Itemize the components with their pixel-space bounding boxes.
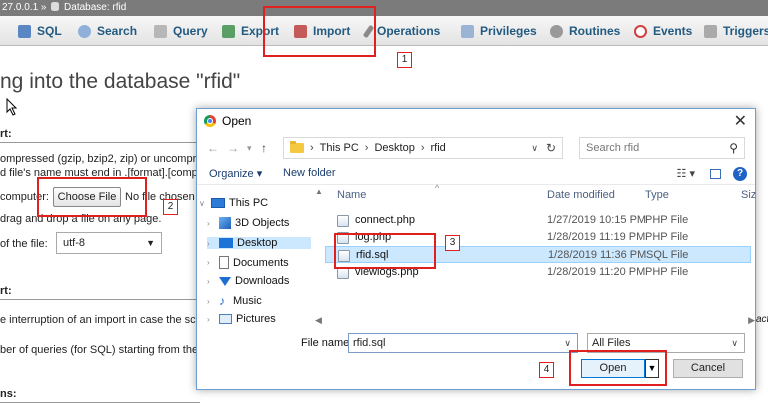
tab-sql[interactable]: SQL — [18, 16, 62, 46]
music-icon: ♪ — [219, 294, 225, 308]
chevron-down-icon: ▼ — [146, 238, 155, 248]
tab-privileges[interactable]: Privileges — [461, 16, 537, 46]
downloads-icon — [219, 276, 231, 286]
search-icon — [78, 24, 91, 38]
charset-select[interactable]: utf-8 ▼ — [56, 232, 162, 254]
tab-bar: SQL Search Query Export Import Operation… — [0, 16, 768, 46]
annotation-number-4: 4 — [539, 362, 554, 378]
recent-chevron-icon[interactable]: ▾ — [247, 143, 252, 154]
tab-query[interactable]: Query — [154, 16, 208, 46]
right-edge-text: acti — [756, 314, 768, 325]
export-icon — [222, 24, 235, 38]
dialog-title: Open — [222, 114, 252, 128]
tab-triggers[interactable]: Triggers — [704, 16, 768, 46]
breadcrumb-database[interactable]: Database: rfid — [64, 2, 126, 13]
chrome-icon — [204, 115, 216, 127]
search-rfid-input[interactable]: Search rfid ⚲ — [579, 137, 745, 159]
allow-interrupt-text: e interruption of an import in case the … — [0, 314, 208, 326]
3d-objects-icon — [219, 217, 231, 229]
file-name-label: File name: — [301, 337, 353, 349]
tab-routines[interactable]: Routines — [550, 16, 620, 46]
preview-pane-icon[interactable] — [710, 169, 721, 179]
tree-item-pictures[interactable]: › Pictures — [207, 313, 276, 325]
address-dropdown-icon[interactable]: ∨ — [531, 138, 538, 158]
cancel-button[interactable]: Cancel — [673, 359, 743, 378]
column-header-size[interactable]: Siz — [741, 189, 756, 201]
help-icon[interactable]: ? — [733, 167, 747, 181]
dialog-nav-row: ← → ▾ ↑ › This PC › Desktop › rfid ∨ ↻ S… — [197, 137, 755, 161]
column-header-type[interactable]: Type — [645, 189, 669, 201]
tab-events[interactable]: Events — [634, 16, 692, 46]
breadcrumb: 27.0.0.1 » Database: rfid — [0, 0, 768, 16]
annotation-box-open-button — [569, 350, 667, 386]
back-arrow-icon[interactable]: ← — [207, 141, 219, 155]
annotation-number-3: 3 — [445, 235, 460, 251]
documents-icon — [219, 256, 229, 269]
mouse-cursor-icon — [6, 98, 18, 116]
file-to-import-label: rt: — [0, 128, 200, 143]
view-options-icon[interactable]: ☷ ▾ — [677, 167, 695, 180]
tab-operations[interactable]: Operations — [362, 16, 440, 46]
scroll-left-icon[interactable]: ◀ — [315, 315, 322, 326]
address-bar[interactable]: › This PC › Desktop › rfid ∨ ↻ — [283, 137, 563, 159]
expand-chevron-icon: ∨ — [199, 198, 205, 208]
dialog-titlebar: Open ✕ — [197, 109, 755, 133]
annotation-number-2: 2 — [163, 199, 178, 215]
database-icon — [51, 2, 60, 11]
new-folder-button[interactable]: New folder — [283, 167, 336, 179]
path-this-pc[interactable]: This PC — [320, 138, 359, 158]
skip-queries-text: ber of queries (for SQL) starting from t… — [0, 344, 205, 356]
tab-search[interactable]: Search — [78, 16, 137, 46]
tree-item-documents[interactable]: › Documents — [207, 256, 289, 269]
annotation-box-choose-file — [37, 177, 147, 217]
sort-caret-icon: ^ — [435, 183, 440, 193]
tree-item-music[interactable]: › ♪ Music — [207, 294, 262, 308]
other-options-label: ns: — [0, 388, 200, 403]
organize-button[interactable]: Organize ▾ — [209, 167, 262, 180]
tree-item-desktop[interactable]: › Desktop — [207, 237, 311, 249]
scroll-up-icon[interactable]: ▲ — [315, 187, 323, 196]
chevron-down-icon: ∨ — [731, 338, 738, 348]
navigation-pane: ∨ This PC › 3D Objects › Desktop › Documents… — [197, 187, 315, 327]
tree-item-downloads[interactable]: › Downloads — [207, 275, 289, 287]
nav-scrollbar[interactable]: ▲ — [315, 187, 323, 327]
routines-icon — [550, 24, 563, 38]
forward-arrow-icon[interactable]: → — [227, 141, 239, 155]
refresh-icon[interactable]: ↻ — [546, 138, 556, 158]
annotation-number-1: 1 — [397, 52, 412, 68]
folder-icon — [290, 141, 304, 153]
query-icon — [154, 24, 167, 38]
column-header-date[interactable]: Date modified — [547, 189, 615, 201]
annotation-box-import-tab — [263, 6, 376, 57]
search-icon: ⚲ — [729, 141, 738, 155]
compression-info: ompressed (gzip, bzip2, zip) or uncompre — [0, 153, 203, 165]
scroll-right-icon[interactable]: ▶ — [748, 315, 755, 326]
dialog-command-bar: Organize ▾ New folder ☷ ▾ ? — [197, 165, 755, 185]
tree-item-3d-objects[interactable]: › 3D Objects — [207, 217, 289, 229]
path-rfid[interactable]: rfid — [431, 138, 446, 158]
sql-icon — [18, 24, 31, 38]
partial-import-label: rt: — [0, 285, 200, 300]
file-name-input[interactable]: rfid.sql ∨ — [348, 333, 578, 353]
pictures-icon — [219, 314, 232, 324]
clock-icon — [634, 24, 647, 38]
charset-label: of the file: — [0, 238, 48, 250]
tree-item-this-pc[interactable]: ∨ This PC — [199, 197, 268, 209]
up-arrow-icon[interactable]: ↑ — [261, 141, 267, 155]
computer-icon — [211, 198, 225, 208]
column-header-name[interactable]: Name — [337, 189, 366, 201]
path-desktop[interactable]: Desktop — [374, 138, 414, 158]
open-file-dialog: Open ✕ ← → ▾ ↑ › This PC › Desktop › rfi… — [196, 108, 756, 390]
privileges-icon — [461, 24, 474, 38]
desktop-icon — [219, 238, 233, 248]
breadcrumb-server[interactable]: 27.0.0.1 » — [2, 2, 46, 13]
annotation-box-rfid-sql — [334, 233, 436, 269]
horizontal-scrollbar[interactable]: ◀ ▶ — [315, 315, 755, 327]
file-row[interactable]: connect.php 1/27/2019 10:15 PM PHP File — [325, 212, 751, 229]
page-title: ng into the database "rfid" — [0, 70, 241, 93]
triggers-icon — [704, 24, 717, 38]
php-file-icon — [337, 215, 349, 227]
close-icon[interactable]: ✕ — [734, 111, 747, 131]
